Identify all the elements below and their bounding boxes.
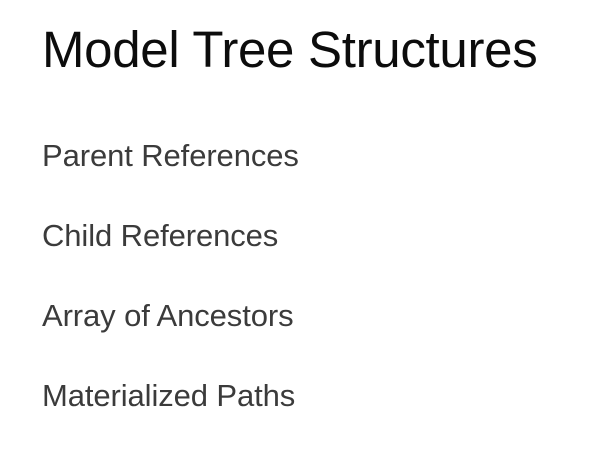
list-item-parent-references: Parent References [42, 134, 299, 214]
list-item-child-references: Child References [42, 214, 299, 294]
array-of-ancestors-link[interactable]: Array of Ancestors [42, 294, 294, 338]
materialized-paths-link[interactable]: Materialized Paths [42, 374, 295, 418]
child-references-link[interactable]: Child References [42, 214, 278, 258]
list-item-materialized-paths: Materialized Paths [42, 374, 299, 454]
tree-structures-list: Parent References Child References Array… [42, 134, 299, 454]
page-title: Model Tree Structures [42, 21, 538, 78]
parent-references-link[interactable]: Parent References [42, 134, 299, 178]
page: Model Tree Structures Parent References … [0, 0, 610, 433]
list-item-array-of-ancestors: Array of Ancestors [42, 294, 299, 374]
